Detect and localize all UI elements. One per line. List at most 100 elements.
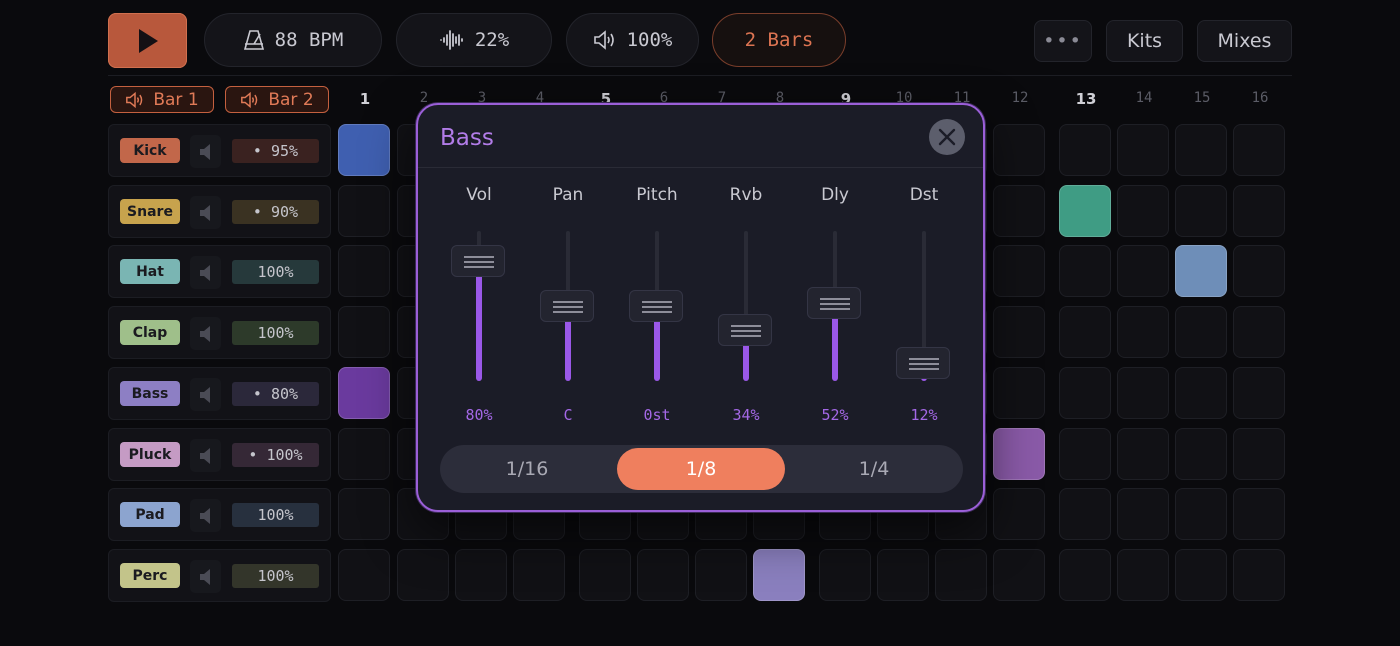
step-cell[interactable] — [1233, 428, 1285, 480]
step-cell[interactable] — [1233, 367, 1285, 419]
step-cell[interactable] — [637, 549, 689, 601]
step-cell[interactable] — [993, 245, 1045, 297]
fader-handle[interactable] — [896, 347, 950, 379]
step-cell[interactable] — [338, 428, 390, 480]
step-cell[interactable] — [993, 367, 1045, 419]
play-button[interactable] — [108, 13, 187, 68]
track-name-button[interactable]: Hat — [120, 259, 180, 284]
track-volume-slider[interactable]: • 95% — [232, 139, 319, 163]
step-cell[interactable] — [1233, 306, 1285, 358]
step-cell-active[interactable] — [1175, 245, 1227, 297]
step-cell[interactable] — [993, 124, 1045, 176]
step-cell[interactable] — [1059, 124, 1111, 176]
track-volume-slider[interactable]: 100% — [232, 564, 319, 588]
tempo-control[interactable]: 88 BPM — [204, 13, 382, 67]
step-cell[interactable] — [1059, 488, 1111, 540]
step-cell-active[interactable] — [338, 124, 390, 176]
track-volume-slider[interactable]: 100% — [232, 321, 319, 345]
mute-button[interactable] — [190, 196, 221, 229]
step-cell[interactable] — [338, 185, 390, 237]
track-name-button[interactable]: Clap — [120, 320, 180, 345]
step-cell[interactable] — [993, 488, 1045, 540]
step-cell[interactable] — [1175, 488, 1227, 540]
fader-handle[interactable] — [451, 245, 505, 277]
swing-control[interactable]: 22% — [396, 13, 552, 67]
step-cell[interactable] — [1059, 367, 1111, 419]
step-cell[interactable] — [397, 549, 449, 601]
mute-button[interactable] — [190, 499, 221, 532]
note-length-option[interactable]: 1/8 — [617, 448, 785, 490]
step-cell[interactable] — [1117, 428, 1169, 480]
step-cell[interactable] — [1117, 367, 1169, 419]
step-cell[interactable] — [1117, 245, 1169, 297]
step-cell[interactable] — [1233, 185, 1285, 237]
track-name-button[interactable]: Bass — [120, 381, 180, 406]
step-cell-active[interactable] — [993, 428, 1045, 480]
track-name-button[interactable]: Pad — [120, 502, 180, 527]
step-cell[interactable] — [1233, 549, 1285, 601]
step-cell[interactable] — [1233, 245, 1285, 297]
step-cell[interactable] — [1117, 306, 1169, 358]
bar-1-button[interactable]: Bar 1 — [110, 86, 214, 113]
fader-handle[interactable] — [629, 290, 683, 322]
track-volume-slider[interactable]: • 100% — [232, 443, 319, 467]
step-cell[interactable] — [993, 185, 1045, 237]
step-cell[interactable] — [1059, 428, 1111, 480]
track-volume-slider[interactable]: • 80% — [232, 382, 319, 406]
note-length-option[interactable]: 1/4 — [790, 448, 958, 490]
step-cell[interactable] — [1117, 185, 1169, 237]
step-cell[interactable] — [1175, 185, 1227, 237]
mute-button[interactable] — [190, 378, 221, 411]
step-cell[interactable] — [1059, 306, 1111, 358]
mute-button[interactable] — [190, 317, 221, 350]
more-button[interactable]: ••• — [1034, 20, 1092, 62]
step-cell[interactable] — [1233, 124, 1285, 176]
track-volume-slider[interactable]: 100% — [232, 503, 319, 527]
step-cell[interactable] — [513, 549, 565, 601]
step-cell[interactable] — [935, 549, 987, 601]
track-name-button[interactable]: Pluck — [120, 442, 180, 467]
step-cell[interactable] — [1175, 367, 1227, 419]
master-volume-control[interactable]: 100% — [566, 13, 699, 67]
track-name-button[interactable]: Kick — [120, 138, 180, 163]
fader-handle[interactable] — [540, 290, 594, 322]
fader-handle[interactable] — [807, 287, 861, 319]
track-name-button[interactable]: Perc — [120, 563, 180, 588]
step-cell[interactable] — [1059, 245, 1111, 297]
track-volume-slider[interactable]: • 90% — [232, 200, 319, 224]
step-cell[interactable] — [819, 549, 871, 601]
step-cell[interactable] — [1175, 306, 1227, 358]
mute-button[interactable] — [190, 135, 221, 168]
step-cell[interactable] — [1175, 549, 1227, 601]
step-cell[interactable] — [1233, 488, 1285, 540]
track-name-button[interactable]: Snare — [120, 199, 180, 224]
step-cell[interactable] — [993, 306, 1045, 358]
mute-button[interactable] — [190, 439, 221, 472]
fader-handle[interactable] — [718, 314, 772, 346]
step-cell-active[interactable] — [338, 367, 390, 419]
close-button[interactable] — [929, 119, 965, 155]
step-cell[interactable] — [1117, 124, 1169, 176]
step-cell[interactable] — [338, 488, 390, 540]
step-cell[interactable] — [1117, 488, 1169, 540]
step-cell[interactable] — [338, 245, 390, 297]
bars-length-button[interactable]: 2 Bars — [712, 13, 846, 67]
track-volume-slider[interactable]: 100% — [232, 260, 319, 284]
mute-button[interactable] — [190, 560, 221, 593]
step-cell[interactable] — [455, 549, 507, 601]
step-cell-active[interactable] — [753, 549, 805, 601]
bar-2-button[interactable]: Bar 2 — [225, 86, 329, 113]
mute-button[interactable] — [190, 256, 221, 289]
step-cell[interactable] — [1059, 549, 1111, 601]
step-cell[interactable] — [338, 549, 390, 601]
step-cell[interactable] — [338, 306, 390, 358]
step-cell-active[interactable] — [1059, 185, 1111, 237]
step-cell[interactable] — [993, 549, 1045, 601]
step-cell[interactable] — [1175, 428, 1227, 480]
step-cell[interactable] — [877, 549, 929, 601]
step-cell[interactable] — [579, 549, 631, 601]
kits-button[interactable]: Kits — [1106, 20, 1183, 62]
mixes-button[interactable]: Mixes — [1197, 20, 1292, 62]
step-cell[interactable] — [1175, 124, 1227, 176]
step-cell[interactable] — [1117, 549, 1169, 601]
